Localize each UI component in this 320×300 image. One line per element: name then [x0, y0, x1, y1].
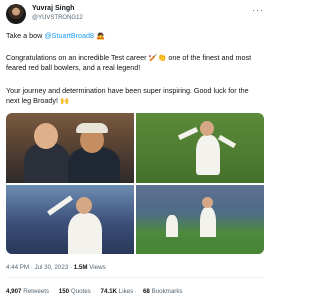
player-head [76, 197, 92, 214]
divider [6, 277, 264, 278]
player-arm [217, 134, 237, 149]
player-head [200, 121, 214, 136]
retweets-stat[interactable]: 4,907 Retweets [6, 288, 49, 295]
player-head [34, 123, 58, 149]
bookmarks-count: 68 [142, 288, 150, 295]
player-arm [47, 195, 73, 216]
outfield [136, 237, 264, 254]
retweets-count: 4,907 [6, 288, 22, 295]
more-options-icon[interactable]: ··· [252, 6, 264, 15]
retweets-label: Retweets [23, 288, 50, 295]
quotes-stat[interactable]: 150 Quotes [59, 288, 91, 295]
photo-celebration[interactable] [136, 113, 264, 183]
bookmarks-label: Bookmarks [151, 288, 183, 295]
likes-count: 74.1K [100, 288, 118, 295]
photo-portrait-duo[interactable] [6, 113, 134, 183]
tweet-header: Yuvraj Singh @YUVSTRONG12 ··· [6, 4, 264, 28]
media-grid [6, 113, 264, 254]
author-handle[interactable]: @YUVSTRONG12 [32, 15, 83, 21]
likes-label: Likes [118, 288, 134, 295]
views-count: 1.5M [73, 264, 88, 271]
quotes-count: 150 [58, 288, 70, 295]
player-arm [177, 127, 199, 140]
views-label: Views [89, 264, 106, 271]
tweet-paragraph-3: Your journey and determination have been… [6, 86, 249, 105]
engagement-stats: 4,907 Retweets 150 Quotes 74.1K Likes 68… [6, 288, 191, 295]
quotes-label: Quotes [70, 288, 91, 295]
cap [76, 123, 108, 133]
tweet-meta: 4:44 PM · Jul 30, 2023 · 1.5M Views [6, 264, 106, 271]
avatar[interactable] [6, 4, 26, 24]
bow-emoji: 🙇 [96, 31, 105, 40]
tweet-time[interactable]: 4:44 PM [6, 264, 29, 271]
bookmarks-stat[interactable]: 68 Bookmarks [143, 288, 183, 295]
tweet-date[interactable]: Jul 30, 2023 [35, 264, 69, 271]
photo-applause[interactable] [6, 185, 134, 254]
player-figure [24, 143, 70, 183]
author-name[interactable]: Yuvraj Singh [32, 5, 74, 12]
player-figure [68, 213, 102, 254]
photo-bowling[interactable] [136, 185, 264, 254]
tweet-line1-prefix: Take a bow [6, 31, 45, 40]
tweet-line1: Take a bow @StuartBroad8 🙇 [6, 31, 264, 41]
player-head [202, 197, 213, 208]
mention-link[interactable]: @StuartBroad8 [44, 31, 94, 40]
tweet-paragraph-2: Congratulations on an incredible Test ca… [6, 53, 252, 72]
player-figure [196, 135, 220, 175]
likes-stat[interactable]: 74.1K Likes [101, 288, 134, 295]
